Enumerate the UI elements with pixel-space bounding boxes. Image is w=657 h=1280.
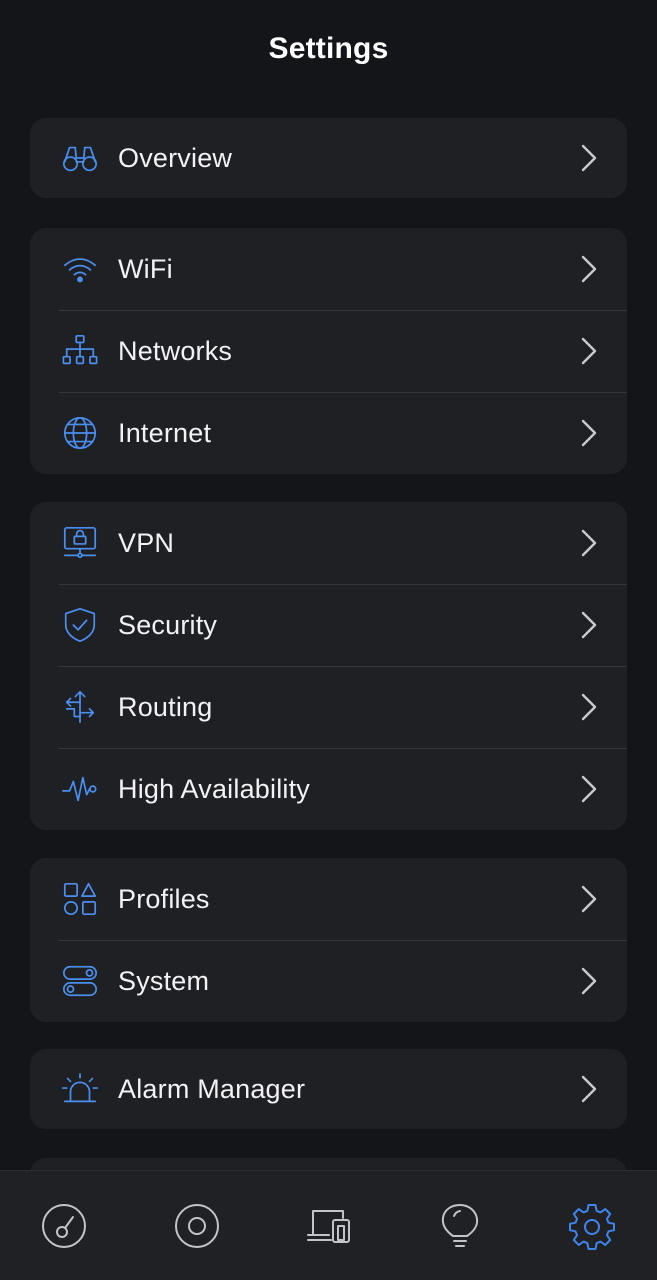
- chevron-right-icon: [577, 965, 601, 997]
- settings-item-networks[interactable]: Networks: [30, 310, 627, 392]
- gear-icon: [569, 1204, 615, 1250]
- settings-screen: Settings Overview WiFi Networks Internet…: [0, 0, 657, 1280]
- settings-item-overview[interactable]: Overview: [30, 118, 627, 198]
- wifi-icon: [60, 249, 100, 289]
- settings-item-profiles[interactable]: Profiles: [30, 858, 627, 940]
- page-title: Settings: [268, 32, 389, 65]
- chevron-right-icon: [577, 142, 601, 174]
- settings-group-system: Profiles System: [30, 858, 627, 1022]
- settings-item-label: WiFi: [118, 253, 173, 284]
- chevron-right-icon: [577, 335, 601, 367]
- network-tree-icon: [60, 331, 100, 371]
- chevron-right-icon: [577, 883, 601, 915]
- shield-check-icon: [60, 605, 100, 645]
- settings-item-security[interactable]: Security: [30, 584, 627, 666]
- chevron-right-icon: [577, 691, 601, 723]
- settings-item-wifi[interactable]: WiFi: [30, 228, 627, 310]
- settings-item-high-availability[interactable]: High Availability: [30, 748, 627, 830]
- binoculars-icon: [60, 138, 100, 178]
- settings-item-alarm-manager[interactable]: Alarm Manager: [30, 1049, 627, 1129]
- tab-dashboard[interactable]: [39, 1201, 89, 1251]
- toggles-icon: [60, 961, 100, 1001]
- chevron-right-icon: [577, 253, 601, 285]
- settings-item-label: Security: [118, 609, 218, 640]
- chevron-right-icon: [577, 527, 601, 559]
- settings-item-system[interactable]: System: [30, 940, 627, 1022]
- settings-item-internet[interactable]: Internet: [30, 392, 627, 474]
- settings-item-routing[interactable]: Routing: [30, 666, 627, 748]
- tab-insights[interactable]: [435, 1201, 485, 1251]
- globe-icon: [60, 413, 100, 453]
- shapes-icon: [60, 879, 100, 919]
- tab-devices[interactable]: [304, 1201, 354, 1251]
- settings-item-label: Routing: [118, 691, 213, 722]
- bottom-tab-bar: [0, 1170, 657, 1280]
- settings-item-label: Profiles: [118, 883, 210, 914]
- settings-group-security: VPN Security Routing High Availability: [30, 502, 627, 830]
- pulse-icon: [60, 769, 100, 809]
- settings-item-label: Internet: [118, 417, 212, 448]
- chevron-right-icon: [577, 1073, 601, 1105]
- alarm-siren-icon: [60, 1069, 100, 1109]
- chevron-right-icon: [577, 609, 601, 641]
- settings-item-label: Alarm Manager: [118, 1073, 306, 1104]
- target-circle-icon: [175, 1204, 219, 1248]
- speedometer-icon: [42, 1204, 86, 1248]
- lightbulb-icon: [441, 1204, 479, 1247]
- settings-group-network: WiFi Networks Internet: [30, 228, 627, 474]
- settings-item-label: Networks: [118, 335, 233, 366]
- chevron-right-icon: [577, 773, 601, 805]
- settings-item-label: Overview: [118, 142, 233, 173]
- devices-icon: [307, 1210, 350, 1243]
- vpn-lock-icon: [60, 523, 100, 563]
- settings-group-overview: Overview: [30, 118, 627, 198]
- settings-item-label: VPN: [118, 527, 175, 558]
- settings-item-label: System: [118, 965, 210, 996]
- chevron-right-icon: [577, 417, 601, 449]
- routing-arrows-icon: [60, 687, 100, 727]
- tab-topology[interactable]: [172, 1201, 222, 1251]
- settings-item-vpn[interactable]: VPN: [30, 502, 627, 584]
- tab-settings[interactable]: [567, 1201, 617, 1251]
- settings-item-label: High Availability: [118, 773, 311, 804]
- settings-group-alarms: Alarm Manager: [30, 1049, 627, 1129]
